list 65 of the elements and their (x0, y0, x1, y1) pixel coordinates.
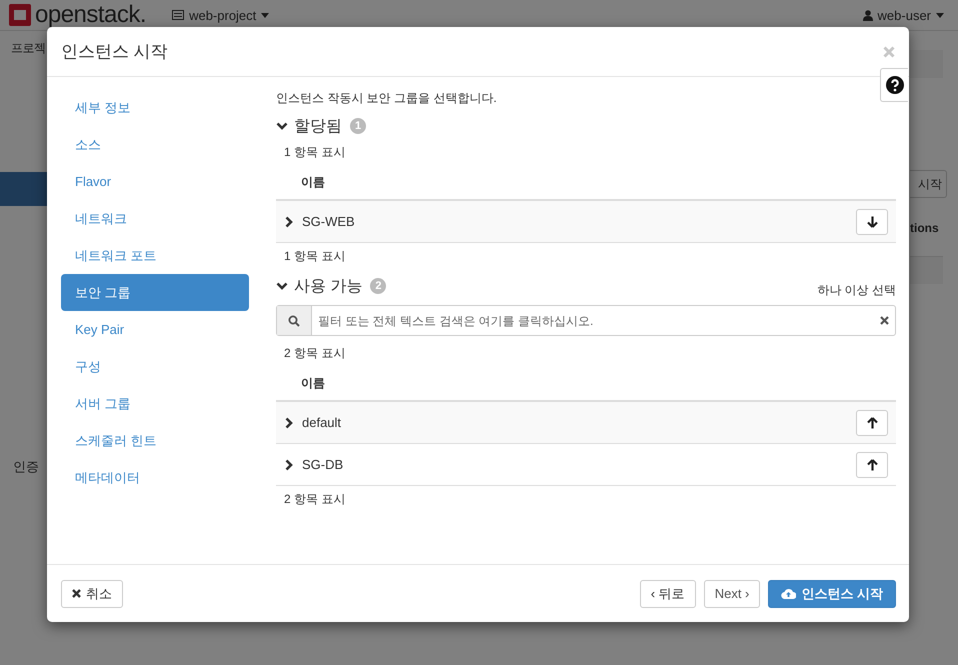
caret-icon (261, 12, 270, 18)
count-badge: 1 (350, 118, 366, 134)
step-tab[interactable]: 세부 정보 (61, 89, 249, 126)
header-panel (910, 50, 943, 78)
chevron-right-icon[interactable] (284, 216, 294, 228)
item-count: 1 항목 표시 (283, 144, 346, 161)
step-tab[interactable]: 메타데이터 (61, 459, 249, 496)
group-name: default (302, 415, 342, 430)
launch-button[interactable]: 인스턴스 시작 (768, 580, 896, 608)
user-name: web-user (878, 8, 931, 22)
project-name: web-project (189, 8, 256, 22)
clear-icon[interactable] (880, 316, 889, 325)
step-tab[interactable]: 네트워크 (61, 200, 249, 237)
step-tab[interactable]: 보안 그룹 (61, 274, 249, 311)
cloud-upload-icon (781, 588, 796, 599)
group-name: SG-WEB (302, 214, 356, 229)
launch-button[interactable]: 시작 (910, 170, 947, 198)
step-tab[interactable]: 스케줄러 힌트 (61, 422, 249, 459)
cancel-button[interactable]: 취소 (61, 580, 123, 608)
step-tab[interactable]: Flavor (61, 163, 249, 200)
add-button[interactable] (856, 410, 888, 436)
dialog-title: 인스턴스 시작 (61, 41, 168, 63)
table-row[interactable]: SG-DB (276, 444, 896, 486)
back-button[interactable]: ‹ 뒤로 (640, 580, 696, 608)
user-icon (862, 10, 873, 20)
close-icon (72, 589, 81, 598)
arrow-up-icon (866, 416, 878, 428)
count-badge: 2 (370, 278, 386, 294)
chevron-down-icon[interactable] (276, 120, 288, 132)
project-dropdown[interactable]: web-project (172, 8, 270, 22)
column-header: tions (910, 221, 939, 235)
item-count: 1 항목 표시 (283, 248, 346, 265)
step-tab[interactable]: 소스 (61, 126, 249, 163)
project-icon (172, 10, 184, 20)
hint-text: 하나 이상 선택 (817, 282, 896, 298)
item-count: 2 항목 표시 (283, 345, 346, 362)
arrow-down-icon (866, 216, 878, 228)
section-title: 할당됨 (294, 116, 342, 136)
logo-text[interactable]: openstack. (35, 1, 146, 29)
help-button[interactable] (880, 68, 908, 102)
step-tab[interactable]: 구성 (61, 348, 249, 385)
next-button[interactable]: Next › (704, 580, 760, 608)
field-label: 인증 (13, 458, 39, 476)
group-name: SG-DB (302, 457, 344, 472)
help-icon (886, 76, 904, 94)
item-count: 2 항목 표시 (283, 491, 346, 508)
chevron-down-icon[interactable] (276, 280, 288, 292)
arrow-up-icon (866, 458, 878, 470)
table-header (910, 256, 943, 284)
add-button[interactable] (856, 452, 888, 478)
step-tab[interactable]: 네트워크 포트 (61, 237, 249, 274)
step-tab[interactable]: 서버 그룹 (61, 385, 249, 422)
chevron-right-icon[interactable] (284, 416, 294, 428)
step-tab[interactable]: Key Pair (61, 311, 249, 348)
table-row[interactable]: default (276, 402, 896, 444)
description-text: 인스턴스 작동시 보안 그룹을 선택합니다. (276, 90, 498, 107)
table-row[interactable]: SG-WEB (276, 201, 896, 243)
logo-icon (8, 3, 32, 27)
chevron-right-icon[interactable] (284, 458, 294, 470)
search-icon (288, 314, 300, 326)
section-title: 사용 가능 (294, 276, 362, 296)
remove-button[interactable] (856, 208, 888, 234)
breadcrumb: 프로젝 (11, 40, 46, 57)
caret-icon (936, 12, 944, 18)
user-dropdown[interactable]: web-user (862, 8, 944, 22)
